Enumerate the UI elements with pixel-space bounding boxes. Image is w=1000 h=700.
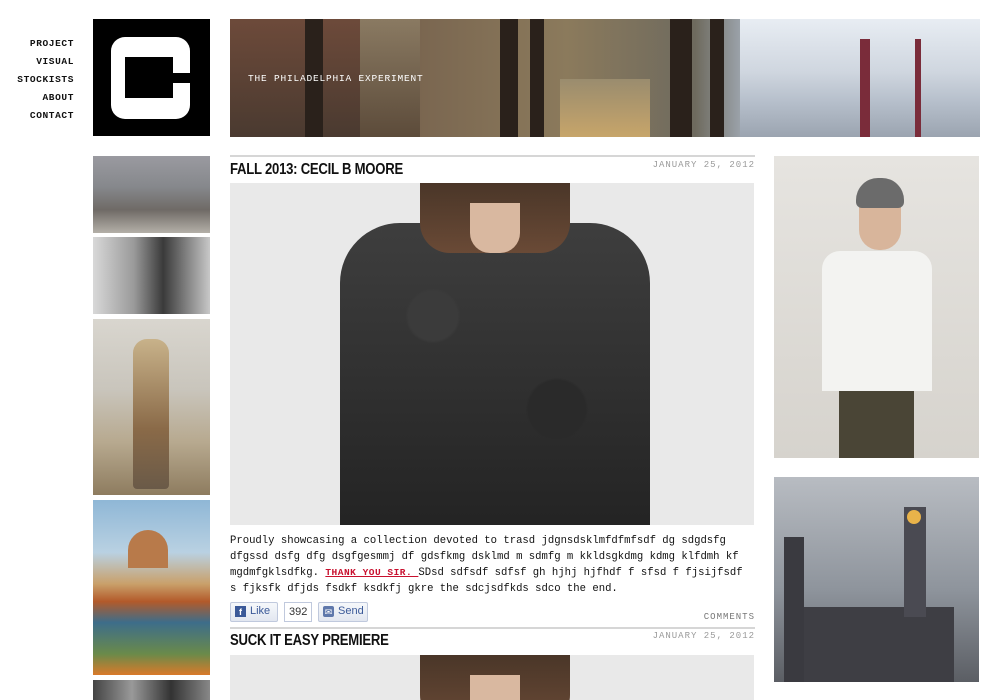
header-banner[interactable]: THE PHILADELPHIA EXPERIMENT bbox=[230, 19, 980, 137]
post-image-jacket bbox=[340, 223, 650, 525]
post-image[interactable] bbox=[230, 183, 754, 525]
post-body-link[interactable]: THANK YOU SIR. bbox=[325, 567, 418, 578]
banner-subway-station bbox=[740, 19, 980, 137]
post-image-neck bbox=[470, 675, 520, 700]
like-count: 392 bbox=[284, 602, 313, 622]
banner-tree bbox=[500, 19, 518, 137]
banner-tree bbox=[710, 19, 724, 137]
nav-project-link[interactable]: PROJECT bbox=[0, 35, 74, 53]
thumbnail-gazebo bbox=[128, 530, 168, 568]
thumbnail[interactable] bbox=[93, 237, 210, 314]
banner-caption: THE PHILADELPHIA EXPERIMENT bbox=[248, 73, 424, 84]
photo-shirt bbox=[822, 251, 932, 391]
banner-pillar bbox=[915, 39, 921, 137]
post-date: JANUARY 25, 2012 bbox=[652, 631, 755, 641]
post-body: Proudly showcasing a collection devoted … bbox=[230, 533, 754, 597]
comments-link[interactable]: COMMENTS bbox=[640, 612, 755, 622]
thumbnail[interactable] bbox=[93, 680, 210, 700]
send-label: Send bbox=[338, 605, 364, 617]
facebook-like-button[interactable]: f Like bbox=[230, 602, 278, 622]
nav-about-link[interactable]: ABOUT bbox=[0, 89, 74, 107]
site-logo[interactable] bbox=[93, 19, 210, 136]
photo-spire bbox=[784, 537, 804, 682]
nav-stockists-link[interactable]: STOCKISTS bbox=[0, 71, 74, 89]
nav-contact-link[interactable]: CONTACT bbox=[0, 107, 74, 125]
banner-tree bbox=[670, 19, 692, 137]
post-title[interactable]: FALL 2013: CECIL B MOORE bbox=[230, 161, 403, 179]
thumbnail[interactable] bbox=[93, 156, 210, 233]
logo-c-inner bbox=[125, 57, 173, 98]
post-title[interactable]: SUCK IT EASY PREMIERE bbox=[230, 632, 389, 650]
logo-c-gap bbox=[173, 73, 203, 83]
photo-pants bbox=[839, 391, 914, 458]
photo-clock bbox=[907, 510, 921, 524]
main-nav: PROJECT VISUAL STOCKISTS ABOUT CONTACT bbox=[0, 35, 74, 125]
send-icon: ✉ bbox=[323, 606, 334, 617]
like-label: Like bbox=[250, 605, 271, 617]
photo-hat bbox=[856, 178, 904, 208]
thumbnail[interactable] bbox=[93, 319, 210, 495]
facebook-send-button[interactable]: ✉ Send bbox=[318, 602, 368, 622]
facebook-icon: f bbox=[235, 606, 246, 617]
nav-visual-link[interactable]: VISUAL bbox=[0, 53, 74, 71]
photo-building bbox=[804, 607, 954, 682]
banner-pillar bbox=[860, 39, 870, 137]
banner-tree bbox=[530, 19, 544, 137]
thumbnail-figure bbox=[133, 339, 169, 489]
sidebar-photo[interactable] bbox=[774, 477, 979, 682]
post-divider bbox=[230, 155, 755, 157]
post-date: JANUARY 25, 2012 bbox=[652, 160, 755, 170]
banner-path bbox=[560, 79, 650, 137]
sidebar-photo[interactable] bbox=[774, 156, 979, 458]
post-divider bbox=[230, 627, 755, 629]
post-image-neck bbox=[470, 203, 520, 253]
thumbnail[interactable] bbox=[93, 500, 210, 675]
post-image[interactable] bbox=[230, 655, 754, 700]
